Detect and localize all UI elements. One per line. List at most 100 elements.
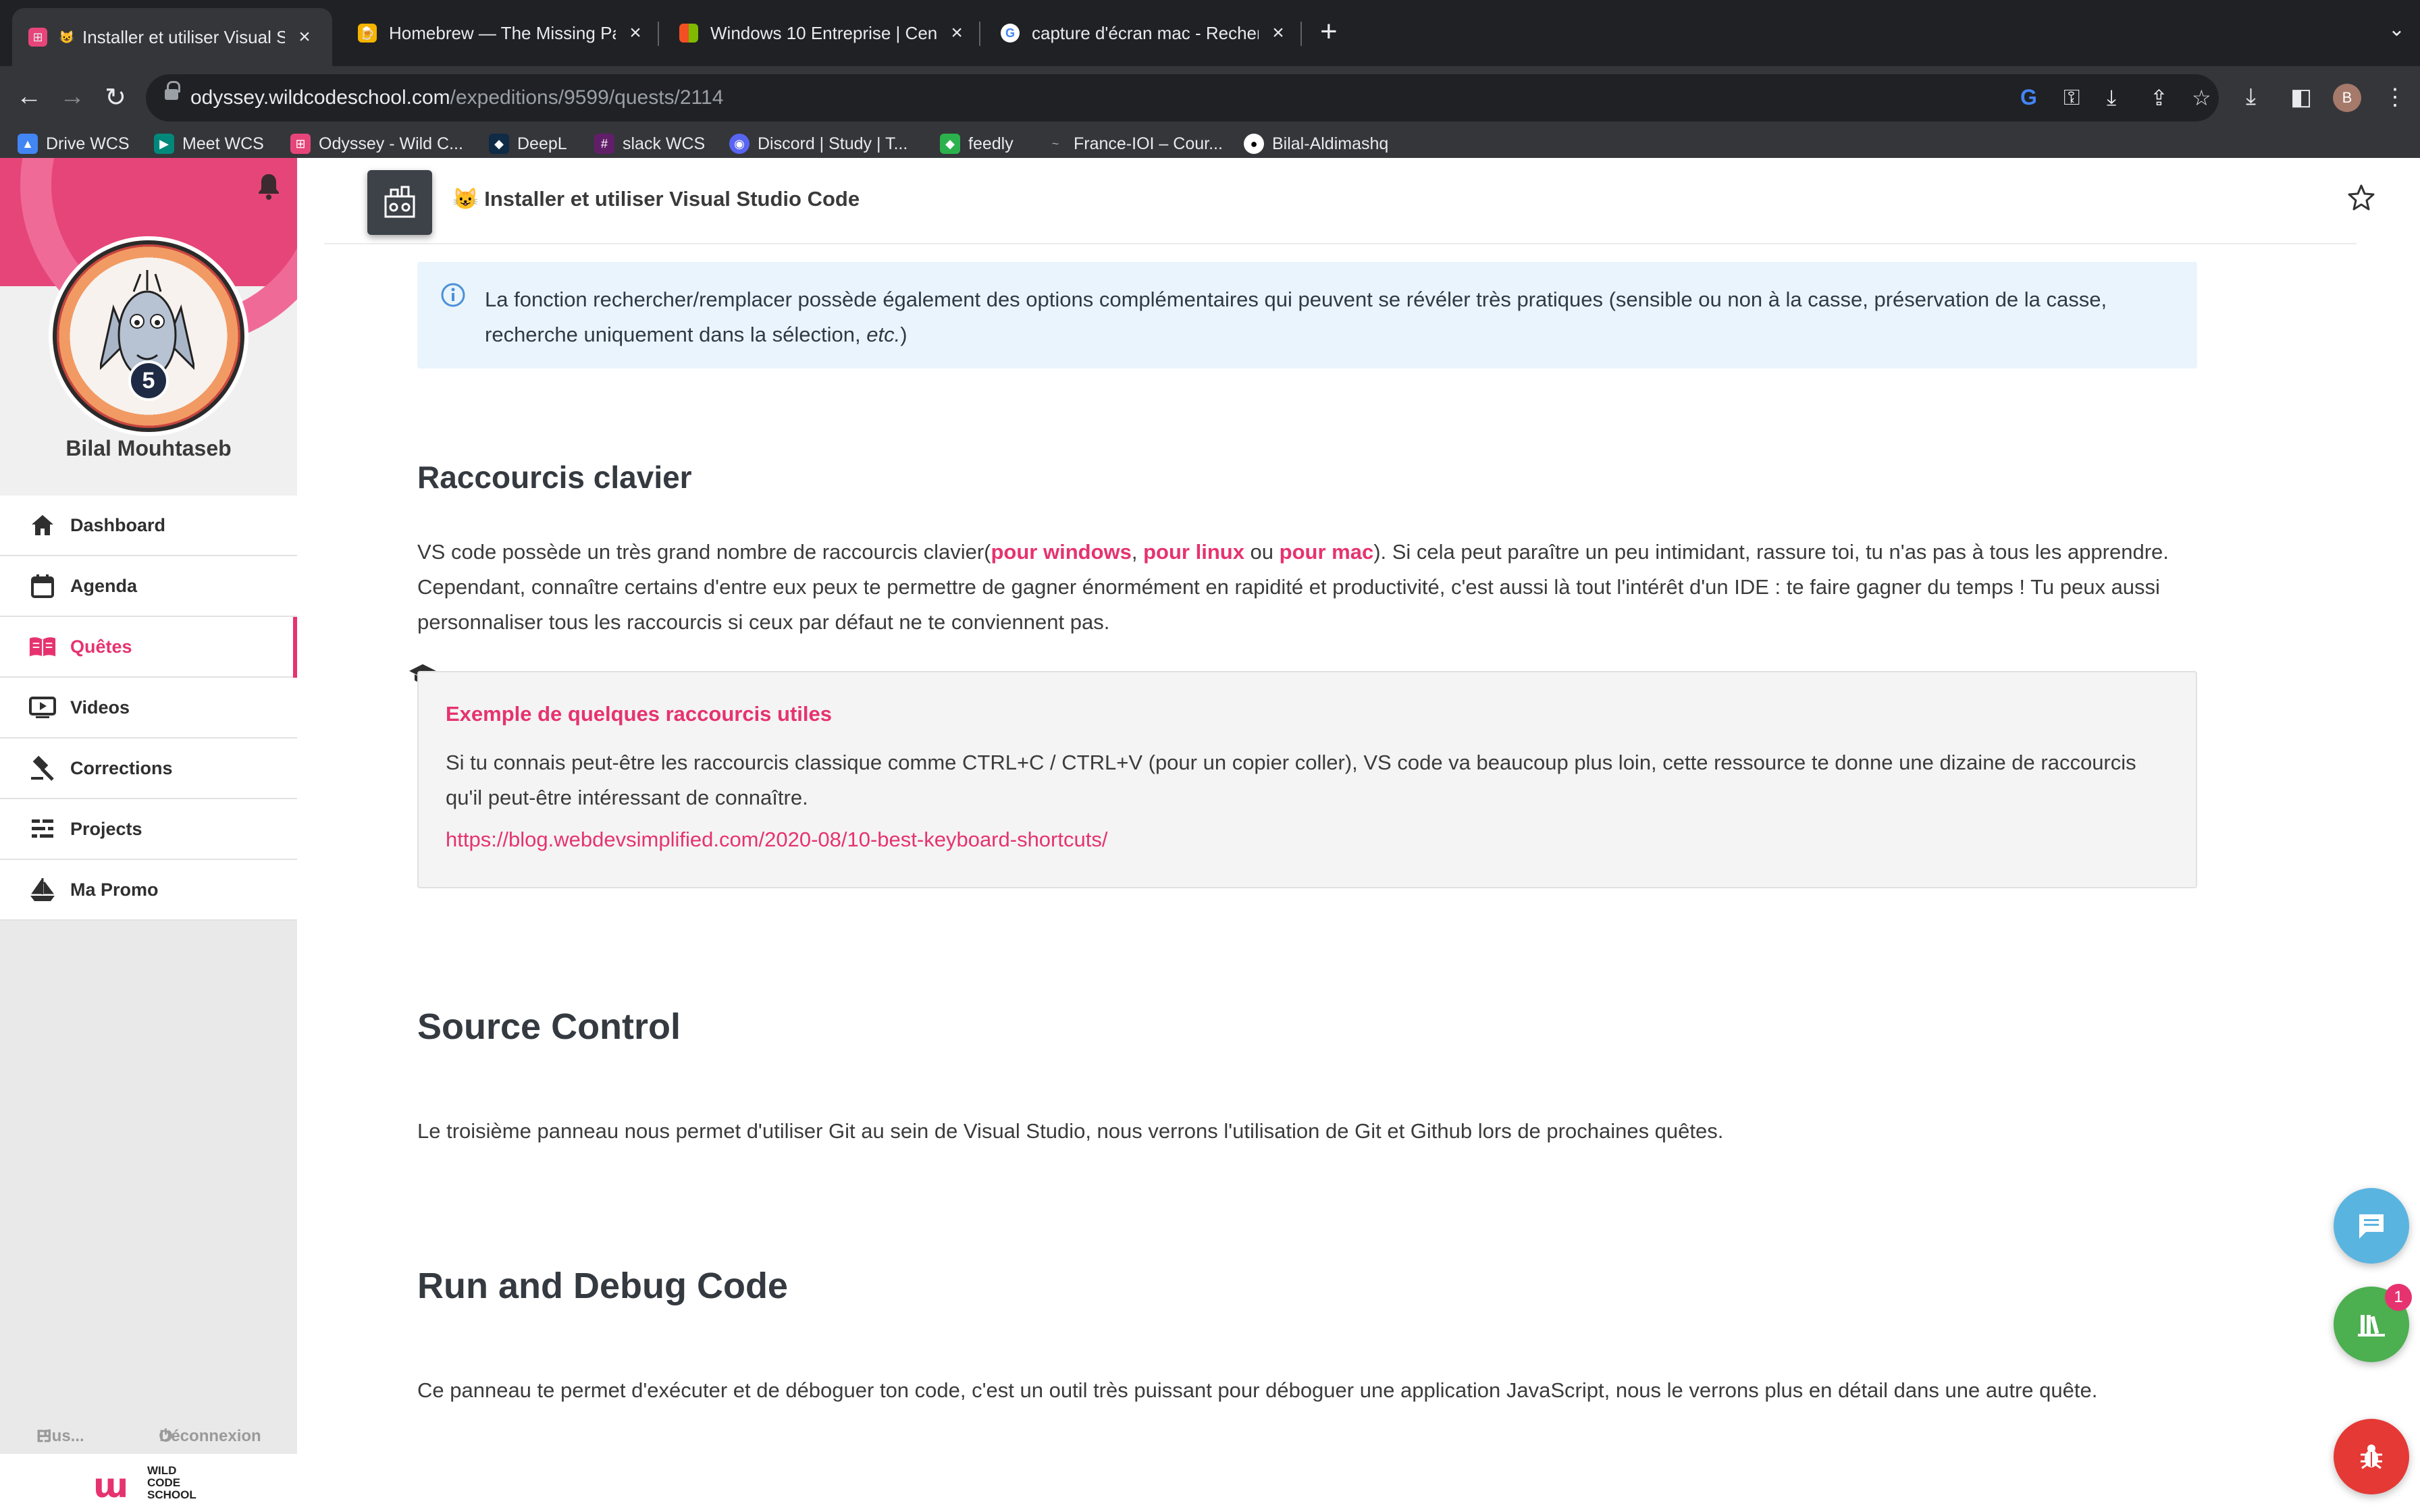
tip-title: Exemple de quelques raccourcis utiles xyxy=(446,702,833,726)
bookmark-github[interactable]: ● Bilal-Aldimashq xyxy=(1244,130,1388,158)
url-text[interactable]: odyssey.wildcodeschool.com/expeditions/9… xyxy=(190,86,723,109)
resource-link[interactable]: https://blog.webdevsimplified.com/2020-0… xyxy=(446,828,1107,852)
sidebar-item-ma-promo[interactable]: Ma Promo xyxy=(0,860,297,921)
home-icon xyxy=(28,511,57,539)
bookmark-feedly[interactable]: ◆ feedly xyxy=(940,130,1014,158)
ship-icon xyxy=(28,875,57,904)
reload-icon[interactable]: ↻ xyxy=(100,82,131,113)
discord-icon: ◉ xyxy=(729,134,749,154)
tab-separator xyxy=(979,22,980,46)
favorite-star-icon[interactable] xyxy=(2347,184,2375,214)
sidebar-item-corrections[interactable]: Corrections xyxy=(0,738,297,799)
notification-bell-icon[interactable] xyxy=(257,173,280,203)
library-icon xyxy=(2358,1315,2385,1336)
bookmarks-bar: ▲ Drive WCS ▶ Meet WCS ⊞ Odyssey - Wild C..… xyxy=(0,130,2420,158)
sidebar-item-videos[interactable]: Videos xyxy=(0,678,297,738)
github-icon: ● xyxy=(1244,134,1264,154)
chat-button[interactable] xyxy=(2334,1188,2409,1264)
chat-icon xyxy=(2359,1214,2384,1239)
wcs-logo-icon: ɯ xyxy=(93,1466,129,1505)
profile-avatar[interactable]: B xyxy=(2333,84,2361,112)
tab-title: Installer et utiliser Visual St xyxy=(82,26,285,47)
bookmark-drive[interactable]: ▲ Drive WCS xyxy=(18,130,130,158)
info-icon xyxy=(440,282,466,311)
video-icon xyxy=(28,693,57,722)
browser-tab[interactable]: Windows 10 Entreprise | Centr × xyxy=(663,12,983,54)
link-pour-mac[interactable]: pour mac xyxy=(1280,540,1374,564)
bookmark-france-ioi[interactable]: ~ France-IOI – Cour... xyxy=(1045,130,1223,158)
gavel-icon xyxy=(28,754,57,782)
emoji-icon: 😺 xyxy=(59,30,75,44)
drive-icon: ▲ xyxy=(18,134,38,154)
bookmark-discord[interactable]: ◉ Discord | Study | T... xyxy=(729,130,908,158)
menu-kebab-icon[interactable]: ⋮ xyxy=(2384,84,2406,111)
google-favicon-icon: G xyxy=(1001,24,1020,43)
sidebar-nav: Dashboard Agenda Quêtes Videos Correctio… xyxy=(0,495,297,921)
browser-tab[interactable]: 🍺 Homebrew — The Missing Pac × xyxy=(342,12,662,54)
sidebar-item-projects[interactable]: Projects xyxy=(0,799,297,860)
bookmark-odyssey[interactable]: ⊞ Odyssey - Wild C... xyxy=(290,130,463,158)
wild-code-school-logo[interactable]: ɯ WILD CODE SCHOOL xyxy=(0,1454,297,1512)
projects-icon xyxy=(28,815,57,843)
library-button[interactable]: 1 xyxy=(2334,1284,2412,1362)
calendar-icon xyxy=(28,572,57,600)
share-icon[interactable]: ⇪ xyxy=(2150,85,2168,111)
browser-tab-active[interactable]: ⊞ 😺 Installer et utiliser Visual St × xyxy=(12,8,332,66)
odyssey-favicon-icon: ⊞ xyxy=(28,28,47,47)
sidebar-item-dashboard[interactable]: Dashboard xyxy=(0,495,297,556)
browser-tab-bar: ⊞ 😺 Installer et utiliser Visual St × 🍺 … xyxy=(0,0,2420,66)
close-tab-icon[interactable]: × xyxy=(625,22,646,45)
tab-title: capture d'écran mac - Recher xyxy=(1032,22,1259,43)
report-bug-button[interactable] xyxy=(2334,1419,2409,1494)
odyssey-icon: ⊞ xyxy=(290,134,311,154)
lock-icon xyxy=(165,81,180,100)
tab-title: Homebrew — The Missing Pac xyxy=(389,22,616,43)
quest-category-icon xyxy=(367,170,432,235)
forward-arrow-icon[interactable]: → xyxy=(57,82,88,111)
section-heading: Raccourcis clavier xyxy=(417,460,692,495)
tab-separator xyxy=(1300,22,1302,46)
sidebar-footer: ☷ Plus... ⏻ Déconnexion xyxy=(36,1427,261,1446)
user-avatar[interactable] xyxy=(49,236,248,436)
feedly-icon: ◆ xyxy=(940,134,960,154)
bookmark-deepl[interactable]: ◆ DeepL xyxy=(489,130,567,158)
side-panel-icon[interactable]: ◧ xyxy=(2290,84,2312,111)
bookmark-meet[interactable]: ▶ Meet WCS xyxy=(154,130,264,158)
key-icon[interactable]: ⚿ xyxy=(2063,85,2080,111)
section-paragraph: Le troisième panneau nous permet d'utili… xyxy=(417,1119,1724,1143)
link-pour-windows[interactable]: pour windows xyxy=(991,540,1132,564)
cat-emoji-icon: 😺 xyxy=(452,187,479,211)
quest-header: 😺 Installer et utiliser Visual Studio Co… xyxy=(324,158,2375,244)
google-lens-icon[interactable]: G xyxy=(2020,85,2037,110)
address-bar[interactable]: odyssey.wildcodeschool.com/expeditions/9… xyxy=(146,74,2219,122)
tab-separator xyxy=(658,22,659,46)
deepl-icon: ◆ xyxy=(489,134,509,154)
section-paragraph: VS code possède un très grand nombre de … xyxy=(417,540,2169,634)
notification-badge: 1 xyxy=(2385,1284,2412,1311)
bookmark-star-icon[interactable]: ☆ xyxy=(2192,85,2211,111)
close-tab-icon[interactable]: × xyxy=(294,26,315,49)
new-tab-button[interactable]: + xyxy=(1320,15,1338,49)
link-pour-linux[interactable]: pour linux xyxy=(1143,540,1244,564)
level-badge: 5 xyxy=(128,360,169,401)
main-content: 😺 Installer et utiliser Visual Studio Co… xyxy=(297,158,2420,1512)
beer-favicon-icon: 🍺 xyxy=(358,24,377,43)
profile-hero: 5 Bilal Mouhtaseb xyxy=(0,158,297,495)
book-icon xyxy=(28,632,57,661)
microsoft-favicon-icon xyxy=(679,24,698,43)
section-paragraph: Ce panneau te permet d'exécuter et de dé… xyxy=(417,1378,2098,1402)
tip-box: Exemple de quelques raccourcis utiles Si… xyxy=(417,671,2197,888)
install-icon[interactable]: ⤓ xyxy=(2107,85,2116,111)
sidebar-item-quetes[interactable]: Quêtes xyxy=(0,617,297,678)
download-icon[interactable]: ⤓ xyxy=(2246,84,2256,110)
browser-toolbar: ← → ↻ odyssey.wildcodeschool.com/expedit… xyxy=(0,66,2420,130)
page-title: 😺 Installer et utiliser Visual Studio Co… xyxy=(452,187,860,211)
tip-text: Si tu connais peut-être les raccourcis c… xyxy=(446,751,2136,809)
back-arrow-icon[interactable]: ← xyxy=(14,82,45,111)
close-tab-icon[interactable]: × xyxy=(1268,22,1288,45)
browser-tab[interactable]: G capture d'écran mac - Recher × xyxy=(984,12,1305,54)
tab-search-chevron-icon[interactable]: ⌄ xyxy=(2388,18,2405,41)
sidebar-item-agenda[interactable]: Agenda xyxy=(0,556,297,617)
close-tab-icon[interactable]: × xyxy=(947,22,967,45)
bookmark-slack[interactable]: # slack WCS xyxy=(594,130,705,158)
